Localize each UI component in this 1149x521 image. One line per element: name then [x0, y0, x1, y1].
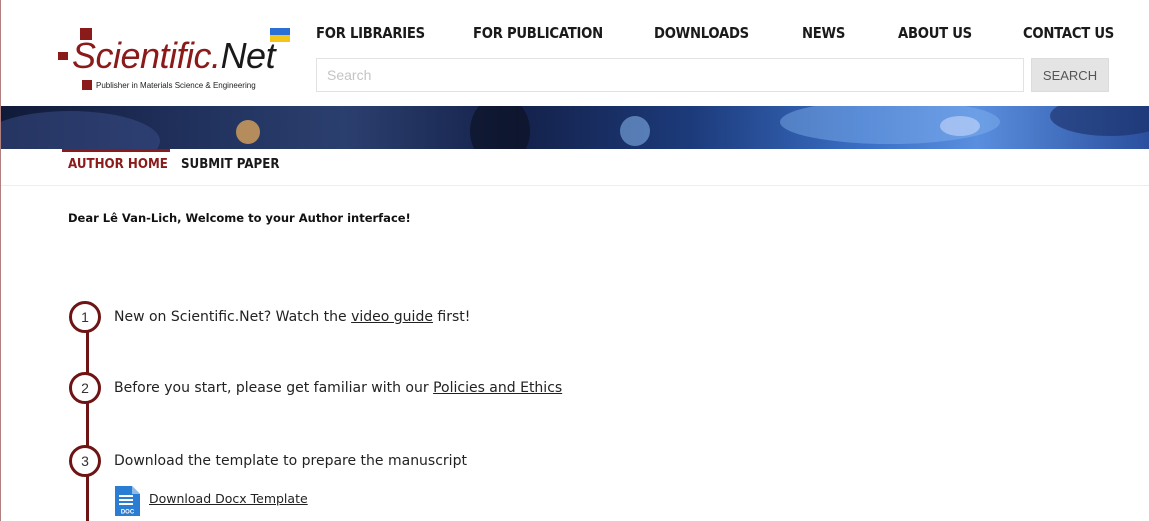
logo-square-bottom	[82, 80, 92, 90]
steps-timeline	[86, 330, 89, 521]
step-text-2: Before you start, please get familiar wi…	[114, 380, 562, 396]
step-number-1: 1	[69, 301, 101, 333]
doc-file-icon[interactable]: DOC	[114, 486, 140, 516]
welcome-message: Dear Lê Van-Lich, Welcome to your Author…	[68, 211, 411, 225]
nav-downloads[interactable]: DOWNLOADS	[654, 24, 749, 42]
window-left-border	[0, 0, 1, 521]
logo-tagline: Publisher in Materials Science & Enginee…	[96, 81, 256, 90]
nav-contact-us[interactable]: CONTACT US	[1023, 24, 1114, 42]
site-header: Scientific.Net Publisher in Materials Sc…	[0, 0, 1149, 106]
download-docx-template-link[interactable]: Download Docx Template	[149, 491, 308, 506]
step-text-3: Download the template to prepare the man…	[114, 453, 467, 469]
main-nav: FOR LIBRARIES FOR PUBLICATION DOWNLOADS …	[0, 24, 1149, 46]
tab-author-home[interactable]: AUTHOR HOME	[68, 156, 168, 172]
active-tab-indicator	[62, 149, 170, 152]
step-text-1: New on Scientific.Net? Watch the video g…	[114, 309, 470, 325]
step-1-text-end: first!	[432, 309, 471, 325]
step-1-text: New on Scientific.Net? Watch the	[114, 309, 352, 325]
nav-for-publication[interactable]: FOR PUBLICATION	[473, 24, 603, 42]
hero-banner	[0, 106, 1149, 149]
nav-news[interactable]: NEWS	[802, 24, 845, 42]
nav-for-libraries[interactable]: FOR LIBRARIES	[316, 24, 425, 42]
author-subnav: AUTHOR HOME SUBMIT PAPER	[0, 149, 1149, 186]
policies-ethics-link[interactable]: Policies and Ethics	[433, 380, 562, 396]
video-guide-link[interactable]: video guide	[351, 309, 433, 325]
search-input[interactable]	[316, 58, 1024, 92]
step-number-3: 3	[69, 445, 101, 477]
logo-square-left	[58, 52, 68, 60]
step-2-text: Before you start, please get familiar wi…	[114, 380, 434, 396]
tab-submit-paper[interactable]: SUBMIT PAPER	[181, 156, 280, 172]
search-button[interactable]: SEARCH	[1031, 58, 1109, 92]
doc-icon-label: DOC	[121, 510, 135, 516]
step-number-2: 2	[69, 372, 101, 404]
nav-about-us[interactable]: ABOUT US	[898, 24, 972, 42]
